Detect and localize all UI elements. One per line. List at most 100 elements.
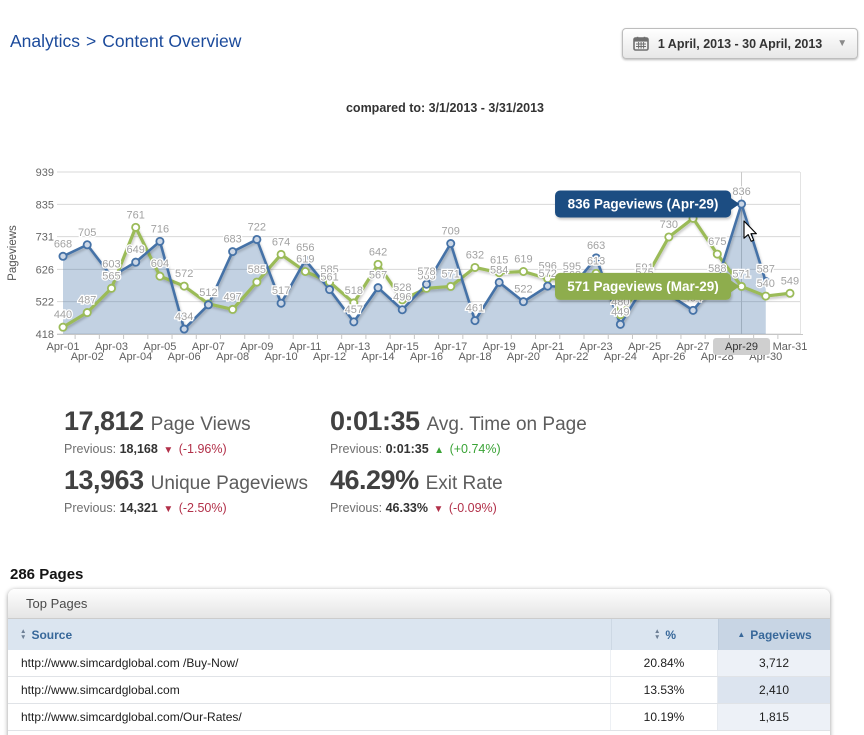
column-header-source[interactable]: ▲▼ Source xyxy=(8,619,611,650)
pages-count-title: 286 Pages xyxy=(10,566,83,583)
change-percent: (-2.50%) xyxy=(179,501,227,515)
sort-both-icon: ▲▼ xyxy=(20,629,26,640)
page-views-label: Page Views xyxy=(151,414,251,435)
svg-text:518: 518 xyxy=(345,285,363,297)
svg-text:604: 604 xyxy=(151,258,169,270)
svg-text:675: 675 xyxy=(708,236,726,248)
date-range-picker-button[interactable]: 1 April, 2013 - 30 April, 2013 ▼ xyxy=(622,28,858,59)
pageviews-cell: 3,712 xyxy=(718,650,830,676)
breadcrumb-section-link[interactable]: Analytics xyxy=(10,31,80,51)
svg-text:571 Pageviews (Mar-29): 571 Pageviews (Mar-29) xyxy=(567,279,719,294)
svg-text:619: 619 xyxy=(514,254,532,266)
pageviews-cell: 2,410 xyxy=(718,677,830,703)
panel-title: Top Pages xyxy=(8,589,830,619)
top-pages-panel: Top Pages ▲▼ Source ▲▼ % ▲ Pageviews htt… xyxy=(8,589,830,735)
previous-label: Previous: xyxy=(64,501,116,515)
svg-text:434: 434 xyxy=(175,311,193,323)
chart-subtitle: compared to: 3/1/2013 - 3/31/2013 xyxy=(30,101,860,115)
previous-label: Previous: xyxy=(330,442,382,456)
svg-text:709: 709 xyxy=(442,226,460,238)
source-cell[interactable]: http://www.simcardglobal.com/Our-Rates/ xyxy=(8,704,611,730)
svg-text:619: 619 xyxy=(296,254,314,266)
svg-text:Apr-07: Apr-07 xyxy=(192,341,225,353)
svg-text:761: 761 xyxy=(127,209,145,221)
svg-text:487: 487 xyxy=(78,295,96,307)
svg-text:561: 561 xyxy=(320,272,338,284)
svg-text:683: 683 xyxy=(223,234,241,246)
stat-exit-rate: 46.29%Exit Rate Previous: 46.33% ▼ (-0.0… xyxy=(330,465,587,515)
unique-pageviews-value: 13,963 xyxy=(64,465,144,495)
svg-text:663: 663 xyxy=(587,240,605,252)
percent-cell: 20.84% xyxy=(611,650,718,676)
sort-both-icon: ▲▼ xyxy=(654,629,660,640)
column-label: % xyxy=(665,628,676,642)
svg-text:Apr-13: Apr-13 xyxy=(337,341,370,353)
source-cell[interactable]: http://www.simcardglobal.com xyxy=(8,677,611,703)
change-percent: (-0.09%) xyxy=(449,501,497,515)
table-row: http://www.simcardglobal.com13.53%2,410 xyxy=(8,677,830,704)
trend-down-icon: ▼ xyxy=(163,445,173,456)
previous-value: 18,168 xyxy=(120,442,158,456)
column-header-pageviews[interactable]: ▲ Pageviews xyxy=(718,619,830,650)
svg-text:497: 497 xyxy=(223,291,241,303)
stat-page-views: 17,812Page Views Previous: 18,168 ▼ (-1.… xyxy=(64,406,308,456)
svg-text:571: 571 xyxy=(442,268,460,280)
source-cell[interactable]: http://www.simcardglobal.com /Buy-Now/ xyxy=(8,650,611,676)
breadcrumb: Analytics > Content Overview xyxy=(10,31,241,52)
column-label: Source xyxy=(31,628,72,642)
unique-pageviews-label: Unique Pageviews xyxy=(151,473,308,494)
svg-text:440: 440 xyxy=(54,309,72,321)
svg-text:584: 584 xyxy=(490,264,508,276)
svg-text:668: 668 xyxy=(54,238,72,250)
svg-text:587: 587 xyxy=(757,263,775,275)
svg-text:Pageviews: Pageviews xyxy=(7,225,19,281)
table-row: http://www.simcardglobal.com /Buy-Now/20… xyxy=(8,650,830,677)
sort-asc-icon: ▲ xyxy=(737,630,745,639)
svg-text:Apr-21: Apr-21 xyxy=(531,341,564,353)
exit-rate-value: 46.29% xyxy=(330,465,419,495)
svg-text:716: 716 xyxy=(151,223,169,235)
change-percent: (+0.74%) xyxy=(450,442,501,456)
previous-label: Previous: xyxy=(64,442,116,456)
previous-value: 14,321 xyxy=(120,501,158,515)
svg-text:Apr-05: Apr-05 xyxy=(143,341,176,353)
svg-text:461: 461 xyxy=(466,303,484,315)
svg-text:Apr-29: Apr-29 xyxy=(725,341,758,353)
svg-text:613: 613 xyxy=(587,255,605,267)
svg-text:Apr-15: Apr-15 xyxy=(386,341,419,353)
svg-text:567: 567 xyxy=(369,270,387,282)
svg-text:642: 642 xyxy=(369,246,387,258)
stats-right-column: 0:01:35Avg. Time on Page Previous: 0:01:… xyxy=(330,406,587,524)
svg-text:585: 585 xyxy=(248,264,266,276)
svg-text:549: 549 xyxy=(781,275,799,287)
trend-down-icon: ▼ xyxy=(433,504,443,515)
svg-text:Apr-11: Apr-11 xyxy=(289,341,321,353)
page-title: Content Overview xyxy=(102,31,241,51)
svg-text:457: 457 xyxy=(345,304,363,316)
stat-unique-pageviews: 13,963Unique Pageviews Previous: 14,321 … xyxy=(64,465,308,515)
svg-text:578: 578 xyxy=(417,266,435,278)
previous-value: 0:01:35 xyxy=(386,442,429,456)
svg-text:Apr-09: Apr-09 xyxy=(240,341,273,353)
svg-text:649: 649 xyxy=(127,244,145,256)
svg-text:Apr-19: Apr-19 xyxy=(483,341,516,353)
svg-text:836: 836 xyxy=(732,186,750,198)
svg-text:Apr-01: Apr-01 xyxy=(46,341,79,353)
svg-text:Mar-31: Mar-31 xyxy=(773,341,808,353)
svg-text:722: 722 xyxy=(248,221,266,233)
pageviews-comparison-chart[interactable]: 418522626731835939PageviewsApr-02Apr-04A… xyxy=(0,160,864,375)
column-header-percent[interactable]: ▲▼ % xyxy=(611,619,718,650)
table-row: http://www.simcardglobal.com/Our-Rates/1… xyxy=(8,704,830,731)
exit-rate-label: Exit Rate xyxy=(426,473,503,494)
svg-text:Apr-03: Apr-03 xyxy=(95,341,128,353)
svg-text:572: 572 xyxy=(538,268,556,280)
svg-text:Apr-17: Apr-17 xyxy=(434,341,467,353)
change-percent: (-1.96%) xyxy=(179,442,227,456)
svg-text:517: 517 xyxy=(272,285,290,297)
svg-text:674: 674 xyxy=(272,236,290,248)
date-range-label: 1 April, 2013 - 30 April, 2013 xyxy=(658,37,822,51)
breadcrumb-separator: > xyxy=(86,31,96,51)
table-body: http://www.simcardglobal.com /Buy-Now/20… xyxy=(8,650,830,731)
svg-text:496: 496 xyxy=(393,292,411,304)
trend-up-icon: ▲ xyxy=(434,445,444,456)
